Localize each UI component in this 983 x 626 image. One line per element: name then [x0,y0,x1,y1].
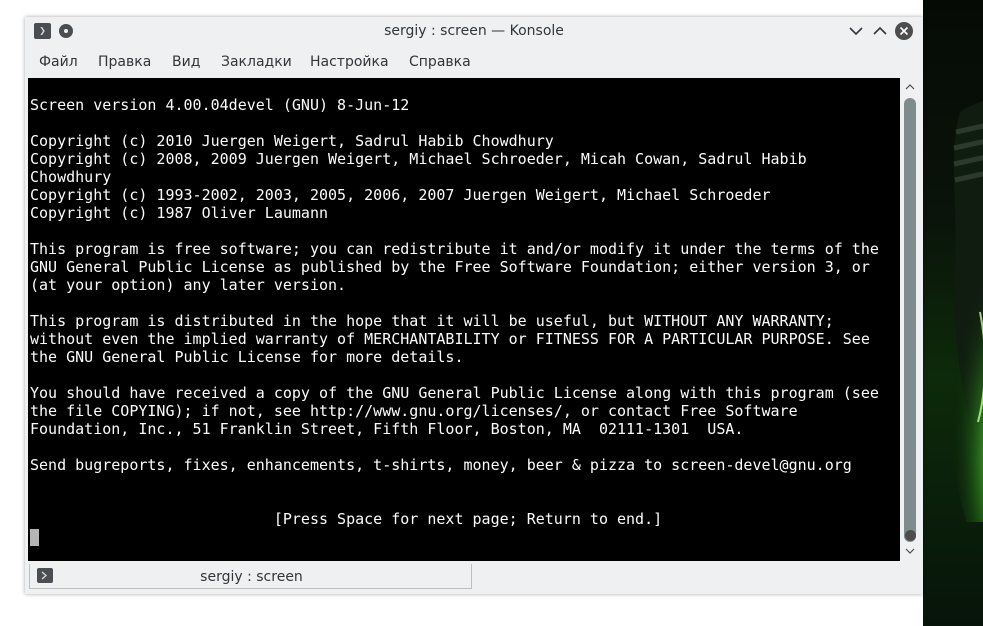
terminal-line: the GNU General Public License for more … [30,348,464,366]
menu-bookmarks[interactable]: Закладки [221,45,292,77]
scrollbar-handle[interactable] [905,530,916,541]
terminal-icon [37,568,53,583]
chevron-down-icon[interactable] [847,22,865,40]
terminal-line: Screen version 4.00.04devel (GNU) 8-Jun-… [30,96,410,114]
terminal-line: This program is distributed in the hope … [30,312,834,330]
terminal-line: GNU General Public License as published … [30,258,870,276]
terminal-line: Send bugreports, fixes, enhancements, t-… [30,456,852,474]
menu-file[interactable]: Файл [39,45,78,77]
terminal-line: Copyright (c) 2008, 2009 Juergen Weigert… [30,150,807,168]
terminal-line: [Press Space for next page; Return to en… [30,510,663,528]
tab-label: sergiy : screen [200,569,303,585]
scroll-down-icon[interactable] [904,545,916,557]
menu-help[interactable]: Справка [409,45,471,77]
terminal-line: Foundation, Inc., 51 Franklin Street, Fi… [30,420,744,438]
tab-sergiy-screen[interactable]: sergiy : screen [29,564,472,589]
terminal-scrollbar[interactable] [900,78,920,561]
tab-bar: sergiy : screen [25,562,923,594]
terminal-line: the file COPYING); if not, see http://ww… [30,402,798,420]
terminal-cursor [30,529,39,546]
menu-edit[interactable]: Правка [98,45,151,77]
scroll-up-icon[interactable] [904,81,916,93]
terminal-display[interactable]: Screen version 4.00.04devel (GNU) 8-Jun-… [28,78,900,561]
terminal-line: without even the implied warranty of MER… [30,330,870,348]
terminal-line: Chowdhury [30,168,112,186]
close-icon[interactable] [895,22,913,40]
light-bulb-image [950,101,983,522]
terminal-line: You should have received a copy of the G… [30,384,879,402]
terminal-line: This program is free software; you can r… [30,240,879,258]
title-bar[interactable]: ❯ sergiy : screen — Konsole [25,17,923,45]
terminal-output: Screen version 4.00.04devel (GNU) 8-Jun-… [30,96,879,528]
scrollbar-thumb[interactable] [904,98,916,542]
chevron-up-icon[interactable] [871,22,889,40]
window-title: sergiy : screen — Konsole [384,23,564,39]
konsole-window: ❯ sergiy : screen — Konsole Файл Правка … [25,17,923,594]
menu-bar: Файл Правка Вид Закладки Настройка Справ… [25,45,923,77]
terminal-line: Copyright (c) 2010 Juergen Weigert, Sadr… [30,132,554,150]
menu-view[interactable]: Вид [172,45,200,77]
terminal-line: Copyright (c) 1993-2002, 2003, 2005, 200… [30,186,771,204]
menu-settings[interactable]: Настройка [310,45,389,77]
terminal-line: Copyright (c) 1987 Oliver Laumann [30,204,329,222]
terminal-line: (at your option) any later version. [30,276,347,294]
